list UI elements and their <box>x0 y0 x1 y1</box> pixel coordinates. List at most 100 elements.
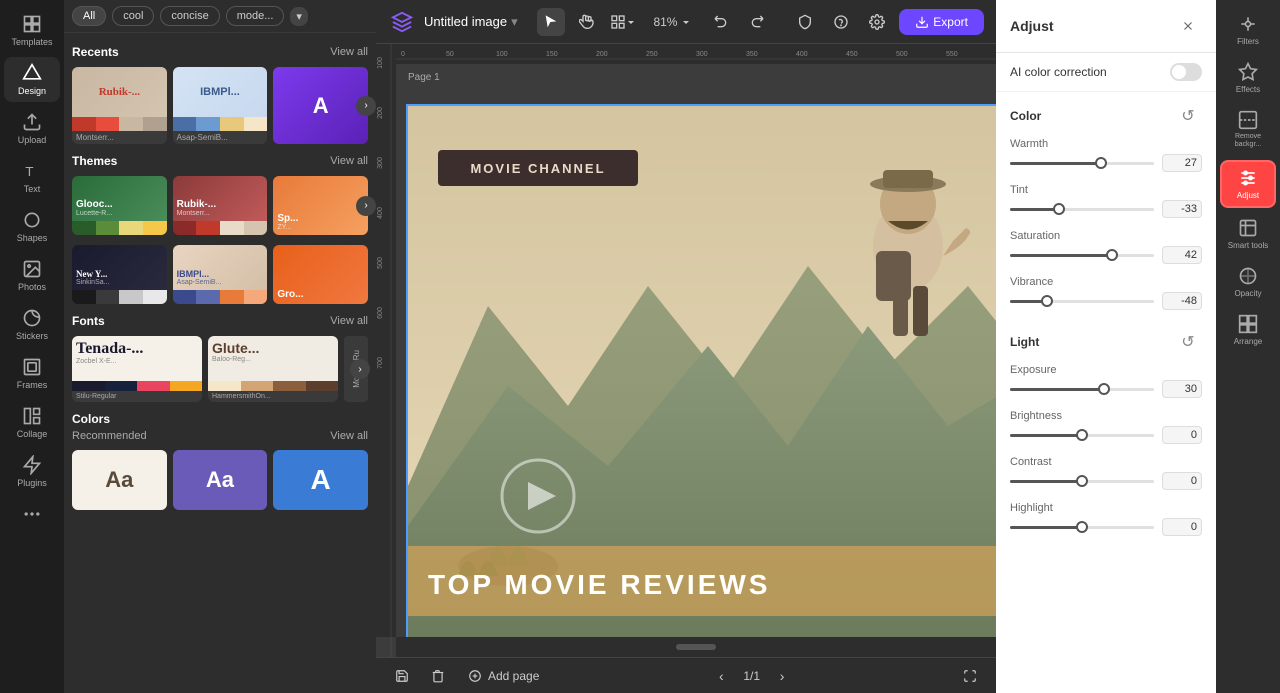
sidebar-item-smart-tools[interactable]: Smart tools <box>1220 212 1276 257</box>
recent-card-1[interactable]: Rubik-... Montserr... <box>72 67 167 144</box>
exposure-thumb[interactable] <box>1098 383 1110 395</box>
tint-thumb[interactable] <box>1053 203 1065 215</box>
highlight-value[interactable]: 0 <box>1162 518 1202 536</box>
sidebar-item-design[interactable]: Design <box>4 57 60 102</box>
light-reset-button[interactable]: ↺ <box>1174 328 1202 356</box>
theme-card-3[interactable]: Sp... ZY... <box>273 176 368 235</box>
hand-tool-button[interactable] <box>573 8 601 36</box>
highlight-control: 0 <box>1010 518 1202 536</box>
recent-card-3[interactable]: A <box>273 67 368 144</box>
colors-view-all[interactable]: View all <box>330 430 368 442</box>
full-screen-button[interactable] <box>956 662 984 690</box>
font-card-2[interactable]: Glute... Baloo-Reg... HammersmithOn... <box>208 336 338 402</box>
sidebar-item-opacity[interactable]: Opacity <box>1220 260 1276 304</box>
app-logo[interactable] <box>388 8 416 36</box>
sidebar-item-upload[interactable]: Upload <box>4 106 60 151</box>
vibrance-value[interactable]: -48 <box>1162 292 1202 310</box>
warmth-thumb[interactable] <box>1095 157 1107 169</box>
sidebar-item-adjust[interactable]: Adjust <box>1220 160 1276 208</box>
saturation-track[interactable] <box>1010 254 1154 257</box>
theme-card-6[interactable]: Gro... <box>273 245 368 304</box>
themes-next-arrow[interactable]: › <box>356 196 376 216</box>
color-card-purple[interactable]: Aa <box>173 450 268 510</box>
tag-mode[interactable]: mode... <box>226 6 285 26</box>
contrast-value[interactable]: 0 <box>1162 472 1202 490</box>
hscrollbar-thumb[interactable] <box>676 644 716 650</box>
tag-more-button[interactable]: ▾ <box>290 7 308 26</box>
brightness-track[interactable] <box>1010 434 1154 437</box>
tint-value[interactable]: -33 <box>1162 200 1202 218</box>
brightness-value[interactable]: 0 <box>1162 426 1202 444</box>
exposure-track[interactable] <box>1010 388 1154 391</box>
color-card-blue[interactable]: A <box>273 450 368 510</box>
help-button[interactable] <box>827 8 855 36</box>
zoom-control[interactable]: 81% <box>645 11 699 33</box>
tag-cool[interactable]: cool <box>112 6 154 26</box>
sidebar-item-frames[interactable]: Frames <box>4 351 60 396</box>
prev-page-button[interactable]: ‹ <box>707 662 735 690</box>
saturation-value[interactable]: 42 <box>1162 246 1202 264</box>
theme-card-2[interactable]: Rubik-... Montserr... <box>173 176 268 235</box>
adjust-close-button[interactable] <box>1174 12 1202 40</box>
sidebar-item-photos[interactable]: Photos <box>4 253 60 298</box>
toggle-knob <box>1172 65 1186 79</box>
highlight-thumb[interactable] <box>1076 521 1088 533</box>
undo-button[interactable] <box>707 8 735 36</box>
opacity-label: Opacity <box>1234 289 1261 298</box>
theme-card-1[interactable]: Glooc... Lucette-R... <box>72 176 167 235</box>
contrast-track[interactable] <box>1010 480 1154 483</box>
recents-view-all[interactable]: View all <box>330 46 368 58</box>
sidebar-item-remove-bg[interactable]: Remove backgr... <box>1220 104 1276 156</box>
color-reset-button[interactable]: ↺ <box>1174 102 1202 130</box>
sidebar-item-text[interactable]: T Text <box>4 155 60 200</box>
fonts-next-arrow[interactable]: › <box>350 359 370 379</box>
theme-card-4[interactable]: New Y... SinkinSa... <box>72 245 167 304</box>
tag-concise[interactable]: concise <box>160 6 219 26</box>
delete-button[interactable] <box>424 662 452 690</box>
highlight-track[interactable] <box>1010 526 1154 529</box>
sidebar-item-more[interactable] <box>4 498 60 530</box>
view-options-button[interactable] <box>609 8 637 36</box>
fonts-view-all[interactable]: View all <box>330 315 368 327</box>
theme-card-5[interactable]: IBMPl... Asap-SemiB... <box>173 245 268 304</box>
export-button[interactable]: Export <box>899 9 984 35</box>
shield-button[interactable] <box>791 8 819 36</box>
light-section-label: Light <box>1010 335 1039 349</box>
save-button[interactable] <box>388 662 416 690</box>
ai-toggle[interactable] <box>1170 63 1202 81</box>
warmth-track[interactable] <box>1010 162 1154 165</box>
vibrance-thumb[interactable] <box>1041 295 1053 307</box>
font-card-1[interactable]: Tenada-... Zocbel X-E... Stilu-Regular <box>72 336 202 402</box>
sidebar-item-collage[interactable]: Collage <box>4 400 60 445</box>
exposure-value[interactable]: 30 <box>1162 380 1202 398</box>
sidebar-item-effects[interactable]: Effects <box>1220 56 1276 100</box>
recent-card-2[interactable]: IBMPl... Asap-SemiB... <box>173 67 268 144</box>
select-tool-button[interactable] <box>537 8 565 36</box>
hscrollbar[interactable] <box>396 637 996 657</box>
sidebar-item-templates[interactable]: Templates <box>4 8 60 53</box>
sidebar-item-shapes[interactable]: Shapes <box>4 204 60 249</box>
recents-next-arrow[interactable]: › <box>356 96 376 116</box>
contrast-thumb[interactable] <box>1076 475 1088 487</box>
add-page-button[interactable]: Add page <box>460 665 547 687</box>
color-card-warm[interactable]: Aa <box>72 450 167 510</box>
sidebar-item-filters[interactable]: Filters <box>1220 8 1276 52</box>
warmth-value[interactable]: 27 <box>1162 154 1202 172</box>
highlight-label: Highlight <box>1010 502 1202 514</box>
redo-button[interactable] <box>743 8 771 36</box>
canvas-frame[interactable]: ••• ↻ <box>406 104 996 637</box>
next-page-button[interactable]: › <box>768 662 796 690</box>
settings-button[interactable] <box>863 8 891 36</box>
saturation-thumb[interactable] <box>1106 249 1118 261</box>
sidebar-item-plugins[interactable]: Plugins <box>4 449 60 494</box>
svg-text:400: 400 <box>796 51 808 58</box>
sidebar-item-stickers[interactable]: Stickers <box>4 302 60 347</box>
vibrance-track[interactable] <box>1010 300 1154 303</box>
tint-track[interactable] <box>1010 208 1154 211</box>
themes-view-all[interactable]: View all <box>330 155 368 167</box>
canvas-scroll[interactable]: Page 1 ••• <box>396 64 996 637</box>
tag-all[interactable]: All <box>72 6 106 26</box>
brightness-thumb[interactable] <box>1076 429 1088 441</box>
doc-title[interactable]: Untitled image ▾ <box>424 14 518 30</box>
sidebar-item-arrange[interactable]: Arrange <box>1220 308 1276 352</box>
